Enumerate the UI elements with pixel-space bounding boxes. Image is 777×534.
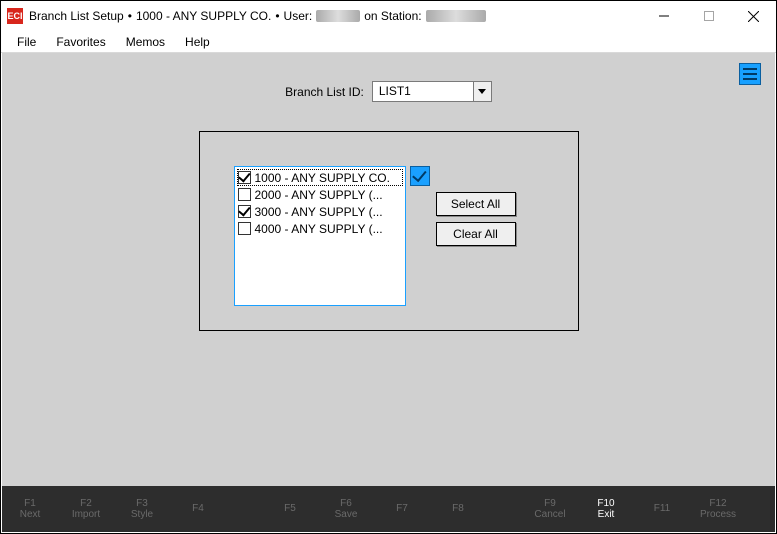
fkey-label: Style <box>114 509 170 521</box>
title-sep: • <box>275 9 279 23</box>
check-toggle-icon[interactable] <box>410 166 430 186</box>
menu-file[interactable]: File <box>9 33 44 51</box>
menu-favorites[interactable]: Favorites <box>48 33 113 51</box>
checkbox-icon[interactable] <box>238 171 251 184</box>
title-sep: • <box>128 9 132 23</box>
fkey-label: Next <box>2 509 58 521</box>
minimize-icon <box>659 11 669 21</box>
redacted-station <box>426 10 486 22</box>
list-item-label: 3000 - ANY SUPPLY (... <box>255 205 383 219</box>
menu-memos[interactable]: Memos <box>118 33 173 51</box>
fkey-key: F10 <box>578 498 634 510</box>
fkey-key: F4 <box>170 503 226 515</box>
clear-all-button[interactable]: Clear All <box>436 222 516 246</box>
fkey-f6[interactable]: F6Save <box>318 498 374 521</box>
list-item[interactable]: 2000 - ANY SUPPLY (... <box>237 186 403 203</box>
title-window-name: Branch List Setup <box>29 9 124 23</box>
close-button[interactable] <box>731 1 776 31</box>
fkey-f12[interactable]: F12Process <box>690 498 746 521</box>
title-station-prefix: on Station: <box>364 9 421 23</box>
title-bar: ECI Branch List Setup • 1000 - ANY SUPPL… <box>1 1 776 31</box>
fkey-label: Save <box>318 509 374 521</box>
close-icon <box>748 11 759 22</box>
fkey-key: F9 <box>522 498 578 510</box>
window-controls <box>641 1 776 31</box>
fkey-key: F3 <box>114 498 170 510</box>
list-item-label: 2000 - ANY SUPPLY (... <box>255 188 383 202</box>
fkey-key: F12 <box>690 498 746 510</box>
maximize-button[interactable] <box>686 1 731 31</box>
chevron-down-icon[interactable] <box>473 82 491 101</box>
fkey-key: F7 <box>374 503 430 515</box>
branch-id-combo[interactable]: LIST1 <box>372 81 492 102</box>
fkey-label: Exit <box>578 509 634 521</box>
branch-panel: 1000 - ANY SUPPLY CO. 2000 - ANY SUPPLY (… <box>199 131 579 331</box>
fkey-label: Import <box>58 509 114 521</box>
fkey-f11[interactable]: F11 <box>634 503 690 515</box>
fkey-key: F8 <box>430 503 486 515</box>
fkey-key: F2 <box>58 498 114 510</box>
maximize-icon <box>704 11 714 21</box>
fkey-key: F6 <box>318 498 374 510</box>
branch-id-row: Branch List ID: LIST1 <box>2 81 775 102</box>
menu-bar: File Favorites Memos Help <box>1 31 776 53</box>
checkbox-icon[interactable] <box>238 188 251 201</box>
fkey-f2[interactable]: F2Import <box>58 498 114 521</box>
fkey-f8[interactable]: F8 <box>430 503 486 515</box>
list-item[interactable]: 3000 - ANY SUPPLY (... <box>237 203 403 220</box>
checkbox-icon[interactable] <box>238 222 251 235</box>
branch-id-label: Branch List ID: <box>285 85 364 99</box>
fkey-f5[interactable]: F5 <box>262 503 318 515</box>
fkey-key: F1 <box>2 498 58 510</box>
fkey-f1[interactable]: F1Next <box>2 498 58 521</box>
list-item-label: 4000 - ANY SUPPLY (... <box>255 222 383 236</box>
checkbox-icon[interactable] <box>238 205 251 218</box>
client-area: Branch List ID: LIST1 1000 - ANY SUPPLY … <box>2 53 775 486</box>
select-all-button[interactable]: Select All <box>436 192 516 216</box>
title-user-prefix: User: <box>284 9 313 23</box>
fkey-f3[interactable]: F3Style <box>114 498 170 521</box>
list-item-label: 1000 - ANY SUPPLY CO. <box>255 171 390 185</box>
fkey-f9[interactable]: F9Cancel <box>522 498 578 521</box>
app-icon: ECI <box>7 8 23 24</box>
branch-listbox[interactable]: 1000 - ANY SUPPLY CO. 2000 - ANY SUPPLY (… <box>234 166 406 306</box>
fkey-label: Cancel <box>522 509 578 521</box>
fkey-key: F11 <box>634 503 690 515</box>
list-item[interactable]: 1000 - ANY SUPPLY CO. <box>237 169 403 186</box>
minimize-button[interactable] <box>641 1 686 31</box>
menu-help[interactable]: Help <box>177 33 218 51</box>
list-item[interactable]: 4000 - ANY SUPPLY (... <box>237 220 403 237</box>
redacted-user <box>316 10 360 22</box>
title-company: 1000 - ANY SUPPLY CO. <box>136 9 271 23</box>
window-title: Branch List Setup • 1000 - ANY SUPPLY CO… <box>29 9 486 23</box>
function-key-bar: F1NextF2ImportF3StyleF4 F5F6SaveF7F8 F9Can… <box>2 486 775 532</box>
fkey-label: Process <box>690 509 746 521</box>
branch-id-value: LIST1 <box>373 82 473 101</box>
fkey-key: F5 <box>262 503 318 515</box>
fkey-f4[interactable]: F4 <box>170 503 226 515</box>
fkey-f7[interactable]: F7 <box>374 503 430 515</box>
fkey-f10[interactable]: F10Exit <box>578 498 634 521</box>
